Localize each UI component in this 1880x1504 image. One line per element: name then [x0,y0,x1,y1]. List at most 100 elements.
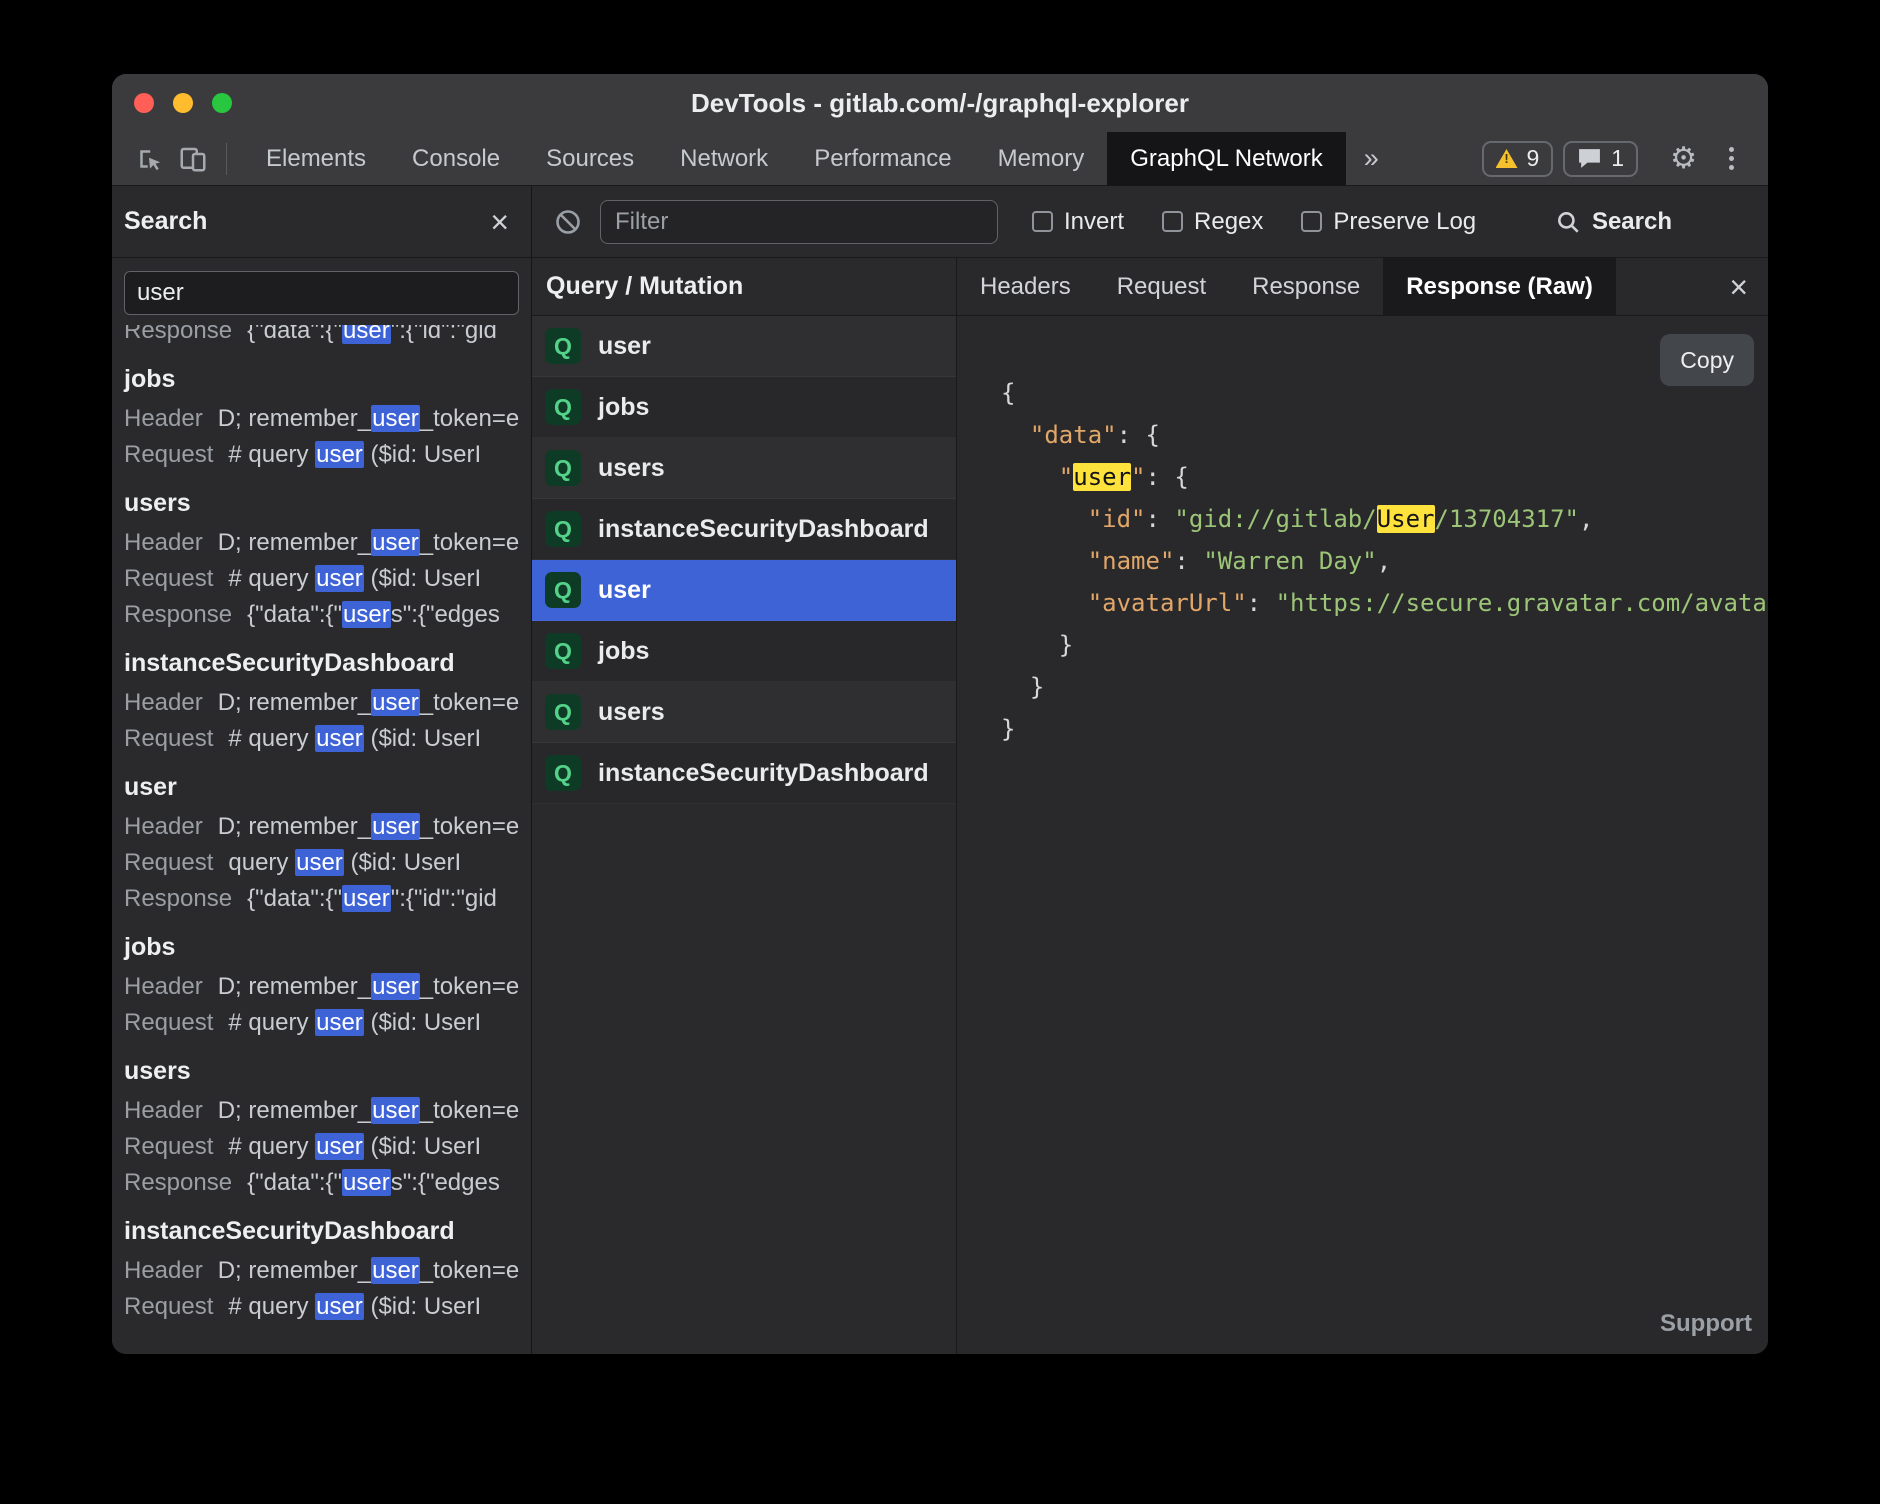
search-result-text: D; remember_ [218,529,371,556]
devtools-tab-performance[interactable]: Performance [791,132,974,186]
search-result-text: D; remember_ [218,973,371,1000]
json-token: "name" [1088,547,1175,575]
tabbar-right-cluster: 9 1 ⚙ [1482,141,1769,177]
search-result-line-content: D; remember_user_token=e [218,1257,519,1284]
search-panel-title: Search [124,207,207,236]
devtools-tabs: ElementsConsoleSourcesNetworkPerformance… [243,132,1346,186]
close-search-panel-icon[interactable]: × [490,206,509,238]
search-result-line[interactable]: Request# query user ($id: UserI [124,1005,531,1041]
issues-badge[interactable]: 9 [1482,141,1554,177]
toolbar-search[interactable]: Search [1555,208,1768,236]
search-result-text: ($id: UserI [364,1133,481,1160]
json-token: , [1377,547,1391,575]
toolbar-search-label: Search [1592,208,1672,236]
request-row-user[interactable]: Quser [532,560,956,621]
search-match-highlight: user [371,813,420,840]
checkbox-preserve-log[interactable]: Preserve Log [1301,208,1476,236]
search-result-line[interactable]: Response{"data":{"users":{"edges [124,1165,531,1201]
search-result-text: # query [228,441,315,468]
detail-tab-response-raw[interactable]: Response (Raw) [1383,258,1616,315]
search-result-line[interactable]: HeaderD; remember_user_token=e [124,685,531,721]
search-result-line-label: Header [124,973,203,1000]
search-result-line-content: # query user ($id: UserI [228,1133,481,1160]
request-row-jobs[interactable]: Qjobs [532,621,956,682]
block-requests-icon[interactable] [554,208,582,236]
request-row-users[interactable]: Qusers [532,682,956,743]
query-badge: Q [545,511,581,547]
json-token: : { [1146,463,1189,491]
devtools-tab-sources[interactable]: Sources [523,132,657,186]
search-match-highlight: user [1073,463,1131,491]
request-label: users [598,698,665,727]
filter-input[interactable] [600,200,998,244]
devtools-tab-network[interactable]: Network [657,132,791,186]
search-result-line[interactable]: HeaderD; remember_user_token=e [124,525,531,561]
search-result-line[interactable]: Response{"data":{"user":{"id":"gid [124,881,531,917]
query-badge: Q [545,450,581,486]
checkbox-box-regex[interactable] [1162,211,1183,232]
search-result-line[interactable]: HeaderD; remember_user_token=e [124,1093,531,1129]
search-match-highlight: User [1377,505,1435,533]
devtools-tab-console[interactable]: Console [389,132,523,186]
search-match-highlight: user [315,1133,364,1160]
json-line: } [1001,624,1768,666]
search-result-line[interactable]: Request# query user ($id: UserI [124,1129,531,1165]
settings-gear-icon[interactable]: ⚙ [1670,144,1697,174]
search-result-line[interactable]: Request# query user ($id: UserI [124,437,531,473]
search-result-title: users [124,485,531,521]
search-result-line[interactable]: Requestquery user ($id: UserI [124,845,531,881]
copy-button[interactable]: Copy [1660,334,1754,386]
inspect-element-icon[interactable] [134,144,164,174]
request-label: jobs [598,637,649,666]
request-row-users[interactable]: Qusers [532,438,956,499]
checkbox-regex[interactable]: Regex [1162,208,1263,236]
request-row-instancesecuritydashboard[interactable]: QinstanceSecurityDashboard [532,743,956,804]
search-result-line[interactable]: Response{"data":{"users":{"edges [124,597,531,633]
messages-badge[interactable]: 1 [1563,141,1638,177]
device-toolbar-icon[interactable] [178,144,208,174]
more-options-icon[interactable] [1729,156,1734,161]
search-result-line[interactable]: HeaderD; remember_user_token=e [124,969,531,1005]
search-results-list: Response{"data":{"user":{"id":"gidjobsHe… [112,325,531,1354]
detail-tab-headers[interactable]: Headers [957,258,1094,315]
search-result-line[interactable]: Request# query user ($id: UserI [124,721,531,757]
request-row-user[interactable]: Quser [532,316,956,377]
more-panels-button[interactable]: » [1364,143,1379,174]
checkbox-box-invert[interactable] [1032,211,1053,232]
minimize-window-button[interactable] [173,93,193,113]
search-result-line[interactable]: Request# query user ($id: UserI [124,1289,531,1325]
json-token: "gid://gitlab/ [1174,505,1376,533]
json-token: , [1579,505,1593,533]
search-result-group: users HeaderD; remember_user_token=eReque… [124,485,531,633]
devtools-tab-graphql-network[interactable]: GraphQL Network [1107,132,1346,186]
search-result-title: instanceSecurityDashboard [124,645,531,681]
detail-tab-request[interactable]: Request [1094,258,1229,315]
detail-tab-response[interactable]: Response [1229,258,1383,315]
search-result-group: instanceSecurityDashboard HeaderD; rememb… [124,645,531,757]
search-result-text: ($id: UserI [364,441,481,468]
search-result-line[interactable]: HeaderD; remember_user_token=e [124,401,531,437]
search-result-line[interactable]: HeaderD; remember_user_token=e [124,1253,531,1289]
zoom-window-button[interactable] [212,93,232,113]
request-row-instancesecuritydashboard[interactable]: QinstanceSecurityDashboard [532,499,956,560]
devtools-tab-memory[interactable]: Memory [975,132,1108,186]
search-result-text: _token=e [420,1097,519,1124]
search-result-line[interactable]: HeaderD; remember_user_token=e [124,809,531,845]
search-result-text: s":{"edges [391,1169,500,1196]
request-row-jobs[interactable]: Qjobs [532,377,956,438]
json-token: : [1146,505,1175,533]
search-match-highlight: user [371,405,420,432]
close-window-button[interactable] [134,93,154,113]
checkbox-invert[interactable]: Invert [1032,208,1124,236]
checkbox-box-preserve-log[interactable] [1301,211,1322,232]
search-result-line-content: # query user ($id: UserI [228,1009,481,1036]
search-input[interactable] [124,271,519,315]
support-link[interactable]: Support [1660,1310,1752,1338]
search-result-line-label: Header [124,689,203,716]
search-result-line[interactable]: Request# query user ($id: UserI [124,561,531,597]
devtools-tab-elements[interactable]: Elements [243,132,389,186]
close-detail-icon[interactable]: × [1729,271,1748,303]
search-result-line[interactable]: Response{"data":{"user":{"id":"gid [124,325,531,349]
json-line: } [1001,708,1768,750]
request-label: instanceSecurityDashboard [598,759,929,788]
